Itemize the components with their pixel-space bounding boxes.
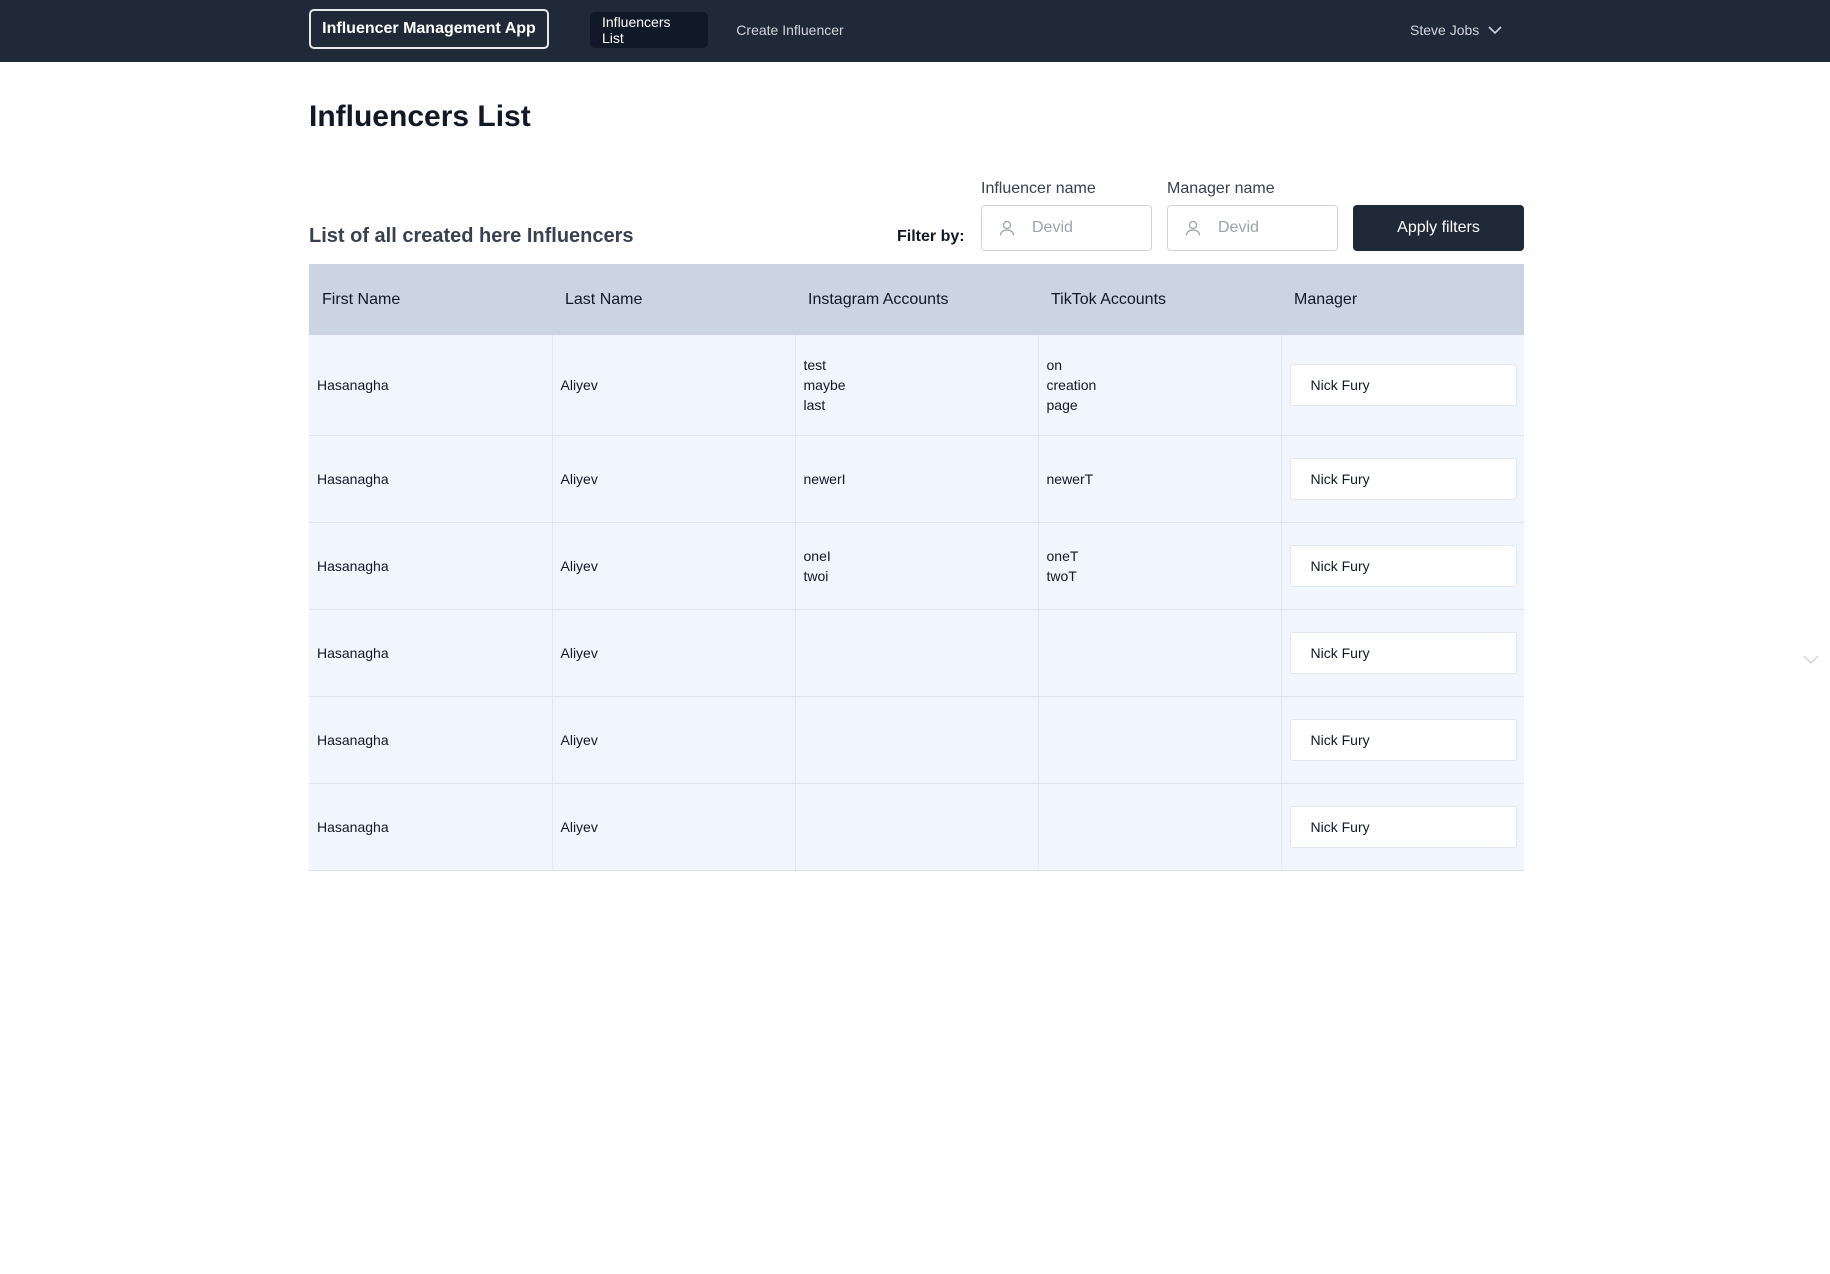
manager-cell: Nick Fury xyxy=(1281,783,1524,871)
influencer-name-field[interactable] xyxy=(981,205,1152,251)
first-name-cell: Hasanagha xyxy=(309,696,553,784)
column-header-first-name[interactable]: First Name xyxy=(309,264,552,335)
user-name: Steve Jobs xyxy=(1410,22,1480,38)
influencers-table: First Name Last Name Instagram Accounts … xyxy=(309,264,1524,871)
instagram-account: last xyxy=(803,397,826,413)
tiktok-accounts-cell: on creation page xyxy=(1038,335,1282,436)
instagram-accounts-cell xyxy=(795,609,1039,697)
manager-field[interactable]: Nick Fury xyxy=(1289,545,1517,587)
table-row: Hasanagha Aliyev newerI newerT Nick Fury xyxy=(309,435,1524,523)
manager-field[interactable]: Nick Fury xyxy=(1289,458,1517,500)
tiktok-account: oneT xyxy=(1046,548,1079,564)
tiktok-account: twoT xyxy=(1046,568,1077,584)
manager-name-input[interactable] xyxy=(1216,218,1330,238)
column-header-instagram-accounts[interactable]: Instagram Accounts xyxy=(795,264,1038,335)
instagram-accounts-cell xyxy=(795,783,1039,871)
table-row: Hasanagha Aliyev Nick Fury xyxy=(309,783,1524,871)
table-subtitle: List of all created here Influencers xyxy=(309,225,634,247)
instagram-accounts-cell: newerI xyxy=(795,435,1039,523)
column-header-tiktok-accounts[interactable]: TikTok Accounts xyxy=(1038,264,1281,335)
manager-field[interactable]: Nick Fury xyxy=(1289,364,1517,406)
tiktok-accounts-cell xyxy=(1038,609,1282,697)
tiktok-accounts-cell xyxy=(1038,783,1282,871)
tiktok-account: newerT xyxy=(1046,471,1094,487)
influencer-name-label: Influencer name xyxy=(981,180,1096,197)
first-name-cell: Hasanagha xyxy=(309,335,553,436)
instagram-accounts-cell: oneI twoi xyxy=(795,522,1039,610)
tiktok-account: page xyxy=(1046,397,1078,413)
last-name-cell: Aliyev xyxy=(552,783,796,871)
manager-cell: Nick Fury xyxy=(1281,609,1524,697)
tiktok-accounts-cell xyxy=(1038,696,1282,784)
tiktok-accounts-cell: oneT twoT xyxy=(1038,522,1282,610)
table-row: Hasanagha Aliyev test maybe last on crea… xyxy=(309,335,1524,436)
column-header-last-name[interactable]: Last Name xyxy=(552,264,795,335)
manager-cell: Nick Fury xyxy=(1281,696,1524,784)
last-name-cell: Aliyev xyxy=(552,435,796,523)
manager-field[interactable]: Nick Fury xyxy=(1289,632,1517,674)
user-menu[interactable]: Steve Jobs xyxy=(1410,12,1502,48)
app-brand-button[interactable]: Influencer Management App xyxy=(309,9,549,49)
instagram-accounts-cell xyxy=(795,696,1039,784)
first-name-cell: Hasanagha xyxy=(309,435,553,523)
page-title: Influencers List xyxy=(309,100,531,133)
instagram-account: newerI xyxy=(803,471,846,487)
instagram-account: test xyxy=(803,357,827,373)
manager-cell: Nick Fury xyxy=(1281,335,1524,436)
tiktok-account: on xyxy=(1046,357,1063,373)
column-header-manager[interactable]: Manager xyxy=(1281,264,1524,335)
first-name-cell: Hasanagha xyxy=(309,783,553,871)
top-navbar: Influencer Management App Influencers Li… xyxy=(0,0,1830,62)
instagram-account: twoi xyxy=(803,568,829,584)
manager-name-field[interactable] xyxy=(1167,205,1338,251)
nav-link-create-influencer[interactable]: Create Influencer xyxy=(724,12,856,48)
instagram-account: oneI xyxy=(803,548,831,564)
tiktok-account: creation xyxy=(1046,377,1097,393)
filter-by-label: Filter by: xyxy=(897,228,965,245)
nav-link-influencers-list[interactable]: Influencers List xyxy=(590,12,708,48)
tiktok-accounts-cell: newerT xyxy=(1038,435,1282,523)
chevron-down-icon xyxy=(1488,25,1502,34)
instagram-accounts-cell: test maybe last xyxy=(795,335,1039,436)
manager-field[interactable]: Nick Fury xyxy=(1289,719,1517,761)
last-name-cell: Aliyev xyxy=(552,696,796,784)
last-name-cell: Aliyev xyxy=(552,609,796,697)
table-row: Hasanagha Aliyev Nick Fury xyxy=(309,696,1524,784)
manager-field[interactable]: Nick Fury xyxy=(1289,806,1517,848)
table-header-row: First Name Last Name Instagram Accounts … xyxy=(309,264,1524,335)
user-icon xyxy=(998,219,1016,237)
first-name-cell: Hasanagha xyxy=(309,522,553,610)
manager-name-label: Manager name xyxy=(1167,180,1275,197)
instagram-account: maybe xyxy=(803,377,846,393)
first-name-cell: Hasanagha xyxy=(309,609,553,697)
table-row: Hasanagha Aliyev oneI twoi oneT twoT Nic… xyxy=(309,522,1524,610)
last-name-cell: Aliyev xyxy=(552,522,796,610)
user-icon xyxy=(1184,219,1202,237)
manager-cell: Nick Fury xyxy=(1281,522,1524,610)
chevron-down-icon[interactable] xyxy=(1803,655,1819,665)
manager-cell: Nick Fury xyxy=(1281,435,1524,523)
influencer-name-input[interactable] xyxy=(1030,218,1144,238)
last-name-cell: Aliyev xyxy=(552,335,796,436)
table-row: Hasanagha Aliyev Nick Fury xyxy=(309,609,1524,697)
apply-filters-button[interactable]: Apply filters xyxy=(1353,205,1524,251)
